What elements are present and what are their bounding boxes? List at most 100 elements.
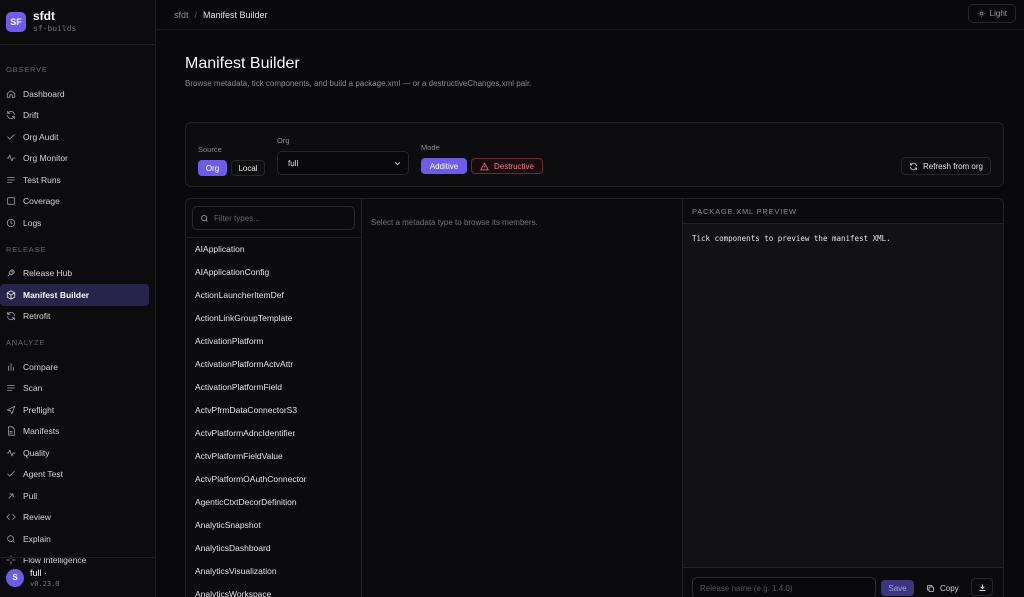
page-subtitle: Browse metadata, tick components, and bu… — [185, 79, 532, 88]
metadata-type-list: AIApplication AIApplicationConfig ActionLa… — [186, 237, 361, 597]
type-item[interactable]: AIApplicationConfig — [186, 261, 361, 284]
sidebar-item-label: Release Hub — [23, 268, 73, 279]
sidebar-item-retrofit[interactable]: Retrofit — [0, 306, 149, 328]
sidebar-item-compare[interactable]: Compare — [0, 356, 149, 378]
sidebar-item-label: Review — [23, 512, 51, 523]
breadcrumb-root[interactable]: sfdt — [174, 10, 189, 20]
package-icon — [6, 290, 16, 300]
sidebar-item-preflight[interactable]: Preflight — [0, 399, 149, 421]
type-item[interactable]: AnalyticsVisualization — [186, 560, 361, 583]
package-xml-preview-panel: PACKAGE.XML PREVIEW Tick components to p… — [683, 199, 1003, 597]
search-icon — [6, 534, 16, 544]
preview-actions: Save Copy — [683, 567, 1003, 597]
pulse-icon — [6, 448, 16, 458]
copy-label: Copy — [940, 583, 959, 593]
filter-types-field[interactable] — [192, 206, 355, 230]
brand-title: sfdt — [33, 9, 55, 23]
sidebar-item-coverage[interactable]: Coverage — [0, 191, 149, 213]
sidebar-item-label: Scan — [23, 383, 43, 394]
type-item[interactable]: AnalyticsWorkspace — [186, 583, 361, 597]
refresh-icon — [6, 311, 16, 321]
sidebar-item-label: Explain — [23, 533, 51, 544]
sidebar-item-manifests[interactable]: Manifests — [0, 421, 149, 443]
sidebar-item-quality[interactable]: Quality — [0, 442, 149, 464]
source-org-button[interactable]: Org — [198, 160, 227, 176]
sidebar-item-label: Compare — [23, 361, 58, 372]
theme-toggle-button[interactable]: Light — [967, 4, 1016, 23]
type-item[interactable]: ActvPlatformFieldValue — [186, 445, 361, 468]
type-item[interactable]: AnalyticsDashboard — [186, 537, 361, 560]
type-item[interactable]: ActivationPlatform — [186, 330, 361, 353]
sidebar-item-test-runs[interactable]: Test Runs — [0, 169, 149, 191]
brand[interactable]: SF sfdt sf-builds — [0, 0, 155, 45]
type-item[interactable]: ActionLinkGroupTemplate — [186, 307, 361, 330]
sidebar-nav: OBSERVE Dashboard Drift Org Audit Org Monito… — [0, 64, 155, 571]
type-item[interactable]: AgenticCtxtDecorDefinition — [186, 491, 361, 514]
sidebar: SF sfdt sf-builds OBSERVE Dashboard Drift O… — [0, 0, 156, 597]
source-local-button[interactable]: Local — [231, 160, 265, 176]
save-button[interactable]: Save — [881, 580, 914, 596]
brand-logo: SF — [6, 12, 26, 32]
list-icon — [6, 175, 16, 185]
mode-destructive-button[interactable]: Destructive — [471, 158, 543, 174]
type-item[interactable]: AIApplication — [186, 238, 361, 261]
type-item[interactable]: ActionLauncherItemDef — [186, 284, 361, 307]
sidebar-item-explain[interactable]: Explain — [0, 528, 149, 550]
type-item[interactable]: AnalyticSnapshot — [186, 514, 361, 537]
sidebar-item-label: Dashboard — [23, 88, 65, 99]
filter-types-input[interactable] — [214, 213, 344, 223]
sidebar-item-label: Test Runs — [23, 174, 61, 185]
sidebar-item-drift[interactable]: Drift — [0, 105, 149, 127]
org-name: full · — [30, 567, 48, 578]
sidebar-item-manifest-builder[interactable]: Manifest Builder — [0, 284, 149, 306]
type-item[interactable]: ActivationPlatformActvAttr — [186, 353, 361, 376]
sidebar-item-review[interactable]: Review — [0, 507, 149, 529]
copy-button[interactable]: Copy — [920, 580, 965, 596]
refresh-label: Refresh from org — [922, 161, 983, 171]
main-content: sfdt / Manifest Builder Light Manifest B… — [156, 0, 1024, 597]
sidebar-item-org-audit[interactable]: Org Audit — [0, 126, 149, 148]
download-button[interactable] — [971, 578, 993, 596]
members-panel: Select a metadata type to browse its mem… — [362, 199, 683, 597]
sidebar-item-logs[interactable]: Logs — [0, 212, 149, 234]
sidebar-item-dashboard[interactable]: Dashboard — [0, 83, 149, 105]
sidebar-item-pull[interactable]: Pull — [0, 485, 149, 507]
chevron-down-icon — [394, 162, 401, 166]
bars-icon — [6, 362, 16, 372]
pulse-icon — [6, 153, 16, 163]
refresh-icon — [910, 162, 917, 170]
refresh-icon — [6, 110, 16, 120]
release-name-input[interactable] — [692, 577, 876, 597]
type-item[interactable]: ActvPfrmDataConnectorS3 — [186, 399, 361, 422]
refresh-from-org-button[interactable]: Refresh from org — [900, 157, 991, 175]
members-empty-state: Select a metadata type to browse its mem… — [371, 218, 538, 227]
check-icon — [6, 469, 16, 479]
sidebar-item-org-monitor[interactable]: Org Monitor — [0, 148, 149, 170]
type-item[interactable]: ActvPlatformOAuthConnector — [186, 468, 361, 491]
sidebar-item-scan[interactable]: Scan — [0, 378, 149, 400]
check-icon — [6, 132, 16, 142]
sidebar-item-label: Preflight — [23, 404, 55, 415]
source-label: Source — [198, 145, 222, 154]
sidebar-item-label: Coverage — [23, 196, 60, 207]
org-select[interactable]: full — [277, 151, 409, 175]
sidebar-item-agent-test[interactable]: Agent Test — [0, 464, 149, 486]
sun-icon — [977, 9, 985, 18]
topbar: sfdt / Manifest Builder Light — [156, 0, 1024, 30]
sidebar-item-label: Manifests — [23, 426, 60, 437]
sidebar-item-label: Drift — [23, 110, 39, 121]
warning-icon — [480, 161, 489, 170]
mode-additive-button[interactable]: Additive — [421, 158, 467, 174]
sidebar-item-release-hub[interactable]: Release Hub — [0, 263, 149, 285]
type-item[interactable]: ActivationPlatformField — [186, 376, 361, 399]
sidebar-item-label: Retrofit — [23, 311, 51, 322]
mode-label: Mode — [421, 143, 440, 152]
app-version: v0.23.0 — [30, 579, 60, 588]
type-item[interactable]: ActvPlatformAdncIdentifier — [186, 422, 361, 445]
sidebar-item-label: Manifest Builder — [23, 289, 90, 300]
user-menu[interactable]: S full · v0.23.0 — [0, 557, 155, 597]
theme-toggle-label: Light — [989, 9, 1007, 18]
sidebar-item-label: Pull — [23, 490, 38, 501]
home-icon — [6, 89, 16, 99]
clock-icon — [6, 218, 16, 228]
